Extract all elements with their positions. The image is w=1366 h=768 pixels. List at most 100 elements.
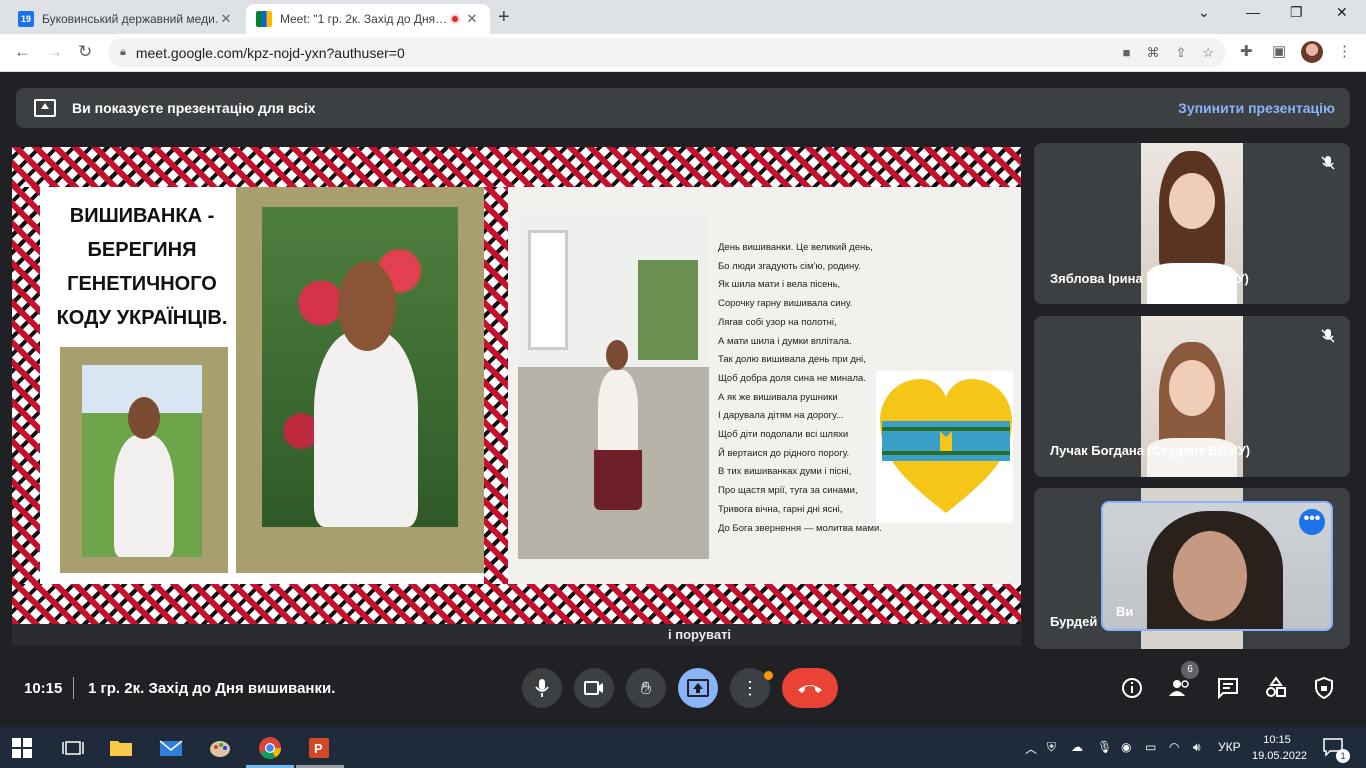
- svg-text:P: P: [314, 741, 323, 756]
- slide-title: ВИШИВАНКА - БЕРЕГИНЯ ГЕНЕТИЧНОГО КОДУ УК…: [52, 199, 232, 335]
- meet-area: Ви показуєте презентацію для всіх Зупини…: [0, 72, 1366, 727]
- input-language[interactable]: УКР: [1218, 740, 1241, 754]
- participant-name: Бурдей: [1050, 614, 1098, 629]
- meeting-title: 1 гр. 2к. Захід до Дня вишиванки.: [88, 680, 336, 697]
- volume-icon[interactable]: 🔊︎: [1193, 740, 1201, 755]
- camera-icon: [584, 681, 603, 695]
- new-tab-icon[interactable]: +: [498, 6, 510, 29]
- microphone-button[interactable]: [522, 668, 562, 708]
- side-panel-icon[interactable]: ▣: [1272, 42, 1286, 60]
- divider: [73, 677, 74, 699]
- camera-permission-icon[interactable]: ■: [1123, 45, 1131, 61]
- mic-tray-icon[interactable]: 🎙︎: [1097, 740, 1112, 754]
- address-bar[interactable]: 🔒︎ meet.google.com/kpz-nojd-yxn?authuser…: [108, 38, 1226, 67]
- poem-line: Тривога вічна, гарні дні ясні,: [718, 503, 843, 515]
- tray-expand-icon[interactable]: ︿: [1025, 740, 1037, 757]
- tab-university[interactable]: 19 Буковинський державний меди… ✕: [8, 4, 244, 34]
- face-shape: [1169, 360, 1215, 416]
- hand-icon: ✋︎: [640, 677, 652, 698]
- omnibox-actions: ■ ⌘ ⇪ ☆: [1123, 45, 1214, 61]
- wifi-icon[interactable]: ◠: [1169, 740, 1179, 754]
- forward-icon[interactable]: →: [46, 42, 63, 62]
- title-line: ВИШИВАНКА -: [69, 205, 215, 227]
- person-head: [338, 261, 396, 351]
- back-icon[interactable]: ←: [14, 42, 31, 62]
- tab-search-icon[interactable]: ⌄: [1198, 4, 1210, 21]
- slide-bottom-strip: і поруваті: [12, 624, 1021, 646]
- presenting-text: Ви показуєте презентацію для всіх: [72, 100, 316, 116]
- embroidery-border-middle: [484, 187, 508, 584]
- poem-line: Про щастя мрії, туга за синами,: [718, 485, 858, 497]
- extensions-icon[interactable]: ✚: [1240, 42, 1253, 60]
- menu-kebab-icon[interactable]: ⋮: [1337, 42, 1352, 60]
- presenting-banner: Ви показуєте презентацію для всіх Зупини…: [16, 88, 1350, 128]
- webcam-tray-icon[interactable]: ◉: [1121, 740, 1131, 754]
- window-close-icon[interactable]: ✕: [1336, 4, 1348, 21]
- task-view-icon[interactable]: [60, 735, 86, 761]
- heart-icon: [880, 379, 1012, 513]
- self-face-shape: [1173, 531, 1247, 621]
- paint-icon[interactable]: [208, 735, 234, 761]
- share-icon[interactable]: ⇪: [1175, 45, 1186, 61]
- chat-icon[interactable]: [1216, 676, 1240, 700]
- more-options-icon[interactable]: •••: [1299, 509, 1325, 535]
- tab-meet[interactable]: Meet: "1 гр. 2к. Захід до Дня… ✕: [246, 4, 490, 34]
- restore-icon[interactable]: ❐: [1290, 4, 1303, 21]
- people-icon[interactable]: [1168, 676, 1192, 700]
- photo-girl-flowers: [262, 207, 458, 527]
- photo-girl-house: [518, 210, 709, 559]
- participant-tile[interactable]: Лучак Богдана (Студент БДМУ): [1034, 316, 1350, 477]
- recording-icon: [450, 14, 460, 24]
- host-controls-icon[interactable]: [1312, 676, 1336, 700]
- tree-shape: [638, 260, 698, 360]
- info-icon[interactable]: [1120, 676, 1144, 700]
- participant-tile[interactable]: Зяблова Ірина (Студент БДМУ): [1034, 143, 1350, 304]
- cloud-sync-icon[interactable]: ☁: [1071, 740, 1083, 754]
- close-icon[interactable]: ✕: [218, 11, 234, 27]
- poem-line: Лягав собі узор на полотні,: [718, 316, 837, 328]
- hang-up-icon: [798, 685, 822, 693]
- present-screen-icon: [34, 99, 56, 117]
- translate-icon[interactable]: ⌘: [1146, 45, 1159, 61]
- battery-icon[interactable]: ▭: [1145, 740, 1156, 754]
- raise-hand-button[interactable]: ✋︎: [626, 668, 666, 708]
- mic-off-icon: [1321, 156, 1335, 170]
- camera-button[interactable]: [574, 668, 614, 708]
- file-explorer-icon[interactable]: [108, 735, 134, 761]
- person-figure: [598, 370, 638, 460]
- profile-avatar[interactable]: [1301, 41, 1323, 63]
- tab-title: Буковинський державний меди…: [42, 12, 218, 26]
- mic-off-icon: [1321, 329, 1335, 343]
- poem-line: Щоб добра доля сина не минала.: [718, 372, 866, 384]
- clock-date: 19.05.2022: [1252, 750, 1308, 762]
- window-shape: [528, 230, 568, 350]
- poem-line: І дарувала дітям на дорогу...: [718, 410, 844, 422]
- lock-icon[interactable]: 🔒︎: [120, 46, 126, 59]
- self-view-tile[interactable]: Ви •••: [1101, 501, 1333, 631]
- mail-icon[interactable]: [158, 735, 184, 761]
- person-figure: [114, 435, 174, 557]
- minimize-icon[interactable]: —: [1246, 4, 1260, 20]
- person-figure: [314, 331, 418, 527]
- stop-presenting-button[interactable]: Зупинити презентацію: [1178, 100, 1335, 116]
- close-icon[interactable]: ✕: [464, 11, 480, 27]
- present-button[interactable]: [678, 668, 718, 708]
- shield-icon[interactable]: ⛨: [1047, 740, 1056, 755]
- participant-name: Лучак Богдана (Студент БДМУ): [1050, 443, 1251, 458]
- photo-girl-field: [82, 365, 202, 557]
- chrome-icon[interactable]: [257, 735, 283, 761]
- meeting-time: 10:15: [24, 680, 63, 697]
- bookmark-star-icon[interactable]: ☆: [1202, 45, 1214, 61]
- poem-line: Бо люди згадують сім'ю, родину.: [718, 260, 861, 272]
- leave-call-button[interactable]: [782, 668, 838, 708]
- browser-tab-strip: 19 Буковинський державний меди… ✕ Meet: …: [0, 0, 1366, 34]
- activities-icon[interactable]: [1264, 676, 1288, 700]
- notification-dot: [764, 671, 773, 680]
- windows-start-icon[interactable]: [12, 738, 32, 758]
- windows-taskbar: P ︿ ⛨ ☁ 🎙︎ ◉ ▭ ◠ 🔊︎ УКР 10:15 19.05.2022…: [0, 727, 1366, 768]
- participant-name: Зяблова Ірина (Студент БДМУ): [1050, 271, 1249, 286]
- overlay-text: і поруваті: [668, 627, 732, 642]
- taskbar-clock[interactable]: 10:15 19.05.2022: [1252, 732, 1308, 764]
- reload-icon[interactable]: ↻: [78, 42, 92, 62]
- powerpoint-icon[interactable]: P: [306, 735, 332, 761]
